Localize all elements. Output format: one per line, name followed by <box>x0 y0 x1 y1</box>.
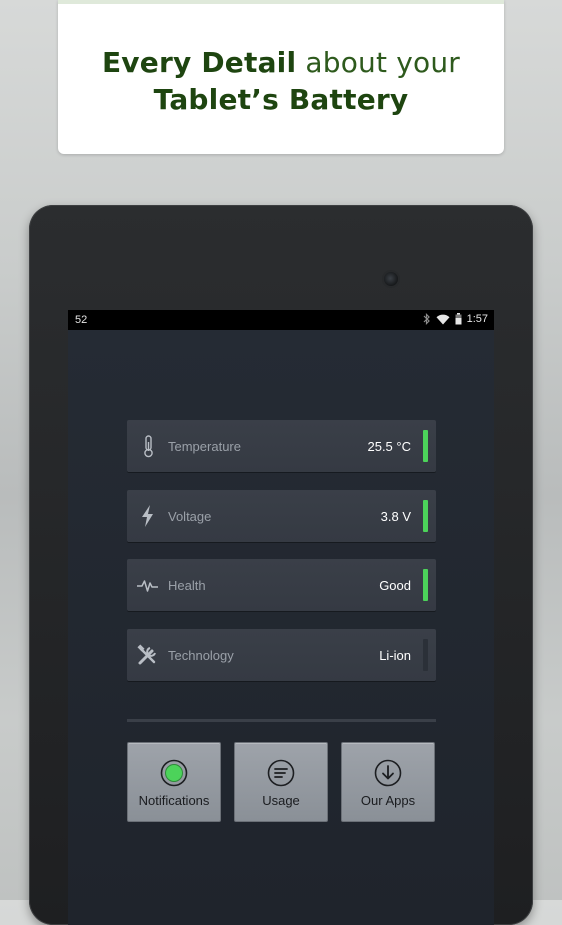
status-indicator <box>423 639 428 671</box>
notifications-button[interactable]: Notifications <box>127 742 221 822</box>
info-row-technology: Technology Li-ion <box>127 629 436 681</box>
battery-icon <box>455 313 462 325</box>
promo-card: Every Detail about your Tablet’s Battery <box>58 0 504 154</box>
status-time: 1:57 <box>466 313 488 325</box>
row-label: Voltage <box>168 509 212 524</box>
usage-button[interactable]: Usage <box>234 742 328 822</box>
info-row-temperature: Temperature 25.5 °C <box>127 420 436 472</box>
status-indicator <box>423 569 428 601</box>
promo-headline-light: about your <box>305 46 461 79</box>
tools-icon <box>137 644 156 665</box>
download-icon <box>374 759 402 787</box>
pulse-icon <box>137 580 158 592</box>
tablet-frame: 52 1:57 Temperature 25.5 °C Voltage 3.8 … <box>29 205 533 925</box>
wifi-icon <box>436 314 450 324</box>
bluetooth-icon <box>423 313 430 325</box>
row-value: Good <box>379 578 411 593</box>
battery-app: Temperature 25.5 °C Voltage 3.8 V Health… <box>68 330 494 925</box>
status-indicator <box>423 500 428 532</box>
status-notification-count: 52 <box>75 314 88 326</box>
button-label: Our Apps <box>360 793 416 808</box>
info-row-health: Health Good <box>127 559 436 611</box>
promo-headline-bold-2: Tablet’s Battery <box>153 83 409 116</box>
row-value: Li-ion <box>379 648 411 663</box>
front-camera <box>384 272 398 286</box>
thermometer-icon <box>144 435 153 458</box>
our-apps-button[interactable]: Our Apps <box>341 742 435 822</box>
status-bar: 52 1:57 <box>68 310 494 330</box>
promo-headline-line1: Every Detail about your <box>58 46 504 79</box>
status-indicator <box>423 430 428 462</box>
section-divider <box>127 719 436 722</box>
row-label: Temperature <box>168 439 241 454</box>
tablet-screen: 52 1:57 Temperature 25.5 °C Voltage 3.8 … <box>68 310 494 925</box>
notification-toggle-icon <box>160 759 188 787</box>
row-value: 3.8 V <box>380 509 411 524</box>
button-label: Usage <box>262 793 300 808</box>
status-icons: 1:57 <box>423 313 488 325</box>
row-label: Technology <box>168 648 234 663</box>
promo-headline-bold: Every Detail <box>101 46 297 79</box>
row-label: Health <box>168 578 206 593</box>
promo-headline-line2: Tablet’s Battery <box>58 83 504 116</box>
button-label: Notifications <box>138 793 210 808</box>
lightning-icon <box>142 505 153 527</box>
row-value: 25.5 °C <box>367 439 411 454</box>
usage-list-icon <box>267 759 295 787</box>
info-row-voltage: Voltage 3.8 V <box>127 490 436 542</box>
